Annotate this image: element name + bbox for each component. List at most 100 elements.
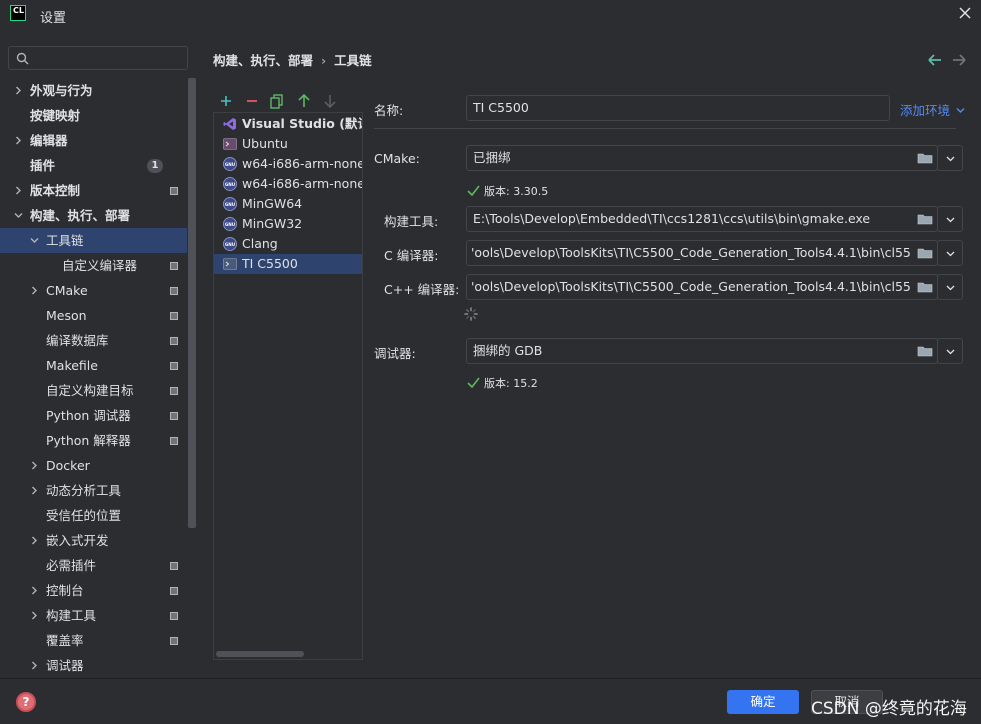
project-level-icon: [170, 187, 178, 195]
sidebar-item[interactable]: 嵌入式开发: [0, 528, 187, 553]
cmake-dropdown-button[interactable]: [937, 145, 963, 171]
chevron-right-icon[interactable]: [14, 136, 23, 145]
cpp-compiler-value[interactable]: 'ools\Develop\ToolsKits\TI\C5500_Code_Ge…: [471, 275, 911, 299]
sidebar-item-label: 构建工具: [46, 608, 97, 623]
sidebar-item[interactable]: 按键映射: [0, 103, 187, 128]
toolchain-item[interactable]: GNU w64-i686-arm-none-linux: [214, 174, 362, 194]
close-icon[interactable]: [957, 5, 973, 21]
toolchain-item[interactable]: GNU MinGW32: [214, 214, 362, 234]
toolchain-item[interactable]: GNU w64-i686-arm-none-eabi: [214, 154, 362, 174]
sidebar-item[interactable]: CMake: [0, 278, 187, 303]
sidebar-item[interactable]: 版本控制: [0, 178, 187, 203]
build-tool-value[interactable]: E:\Tools\Develop\Embedded\TI\ccs1281\ccs…: [473, 207, 913, 231]
chevron-right-icon[interactable]: [30, 486, 39, 495]
sidebar-item[interactable]: 编辑器: [0, 128, 187, 153]
toolchain-item[interactable]: GNU Clang: [214, 234, 362, 254]
chevron-right-icon[interactable]: [30, 586, 39, 595]
c-compiler-field[interactable]: 'ools\Develop\ToolsKits\TI\C5500_Code_Ge…: [466, 240, 938, 266]
svg-text:GNU: GNU: [225, 242, 236, 247]
c-compiler-value[interactable]: 'ools\Develop\ToolsKits\TI\C5500_Code_Ge…: [471, 241, 911, 265]
sidebar-scrollbar[interactable]: [188, 78, 196, 528]
gnu-icon: GNU: [223, 157, 237, 171]
folder-icon[interactable]: [917, 343, 933, 359]
toolchain-item[interactable]: GNU MinGW64: [214, 194, 362, 214]
sidebar-item[interactable]: 调试器: [0, 653, 187, 678]
sidebar-item-label: 自定义构建目标: [46, 383, 134, 398]
move-down-icon[interactable]: [321, 92, 339, 110]
forward-arrow-icon[interactable]: [953, 54, 966, 66]
sidebar-item[interactable]: Makefile: [0, 353, 187, 378]
folder-icon[interactable]: [917, 211, 933, 227]
back-arrow-icon[interactable]: [928, 54, 941, 66]
add-icon[interactable]: [217, 92, 235, 110]
sidebar-item[interactable]: Docker: [0, 453, 187, 478]
sidebar-item[interactable]: 工具链: [0, 228, 187, 253]
sidebar-item[interactable]: 构建工具: [0, 603, 187, 628]
folder-icon[interactable]: [917, 279, 933, 295]
sidebar-item-label: 插件: [30, 158, 56, 173]
debugger-field[interactable]: 捆绑的 GDB: [466, 338, 938, 364]
copy-icon[interactable]: [268, 92, 286, 110]
remove-icon[interactable]: [243, 92, 261, 110]
sidebar-item[interactable]: 自定义构建目标: [0, 378, 187, 403]
add-environment-link[interactable]: 添加环境: [900, 100, 965, 119]
chevron-right-icon[interactable]: [30, 461, 39, 470]
chevron-down-icon[interactable]: [30, 236, 39, 245]
breadcrumb-parent[interactable]: 构建、执行、部署: [213, 50, 313, 69]
settings-search[interactable]: [8, 46, 188, 70]
debugger-label: 调试器:: [374, 346, 416, 361]
help-button[interactable]: ?: [16, 692, 36, 712]
sidebar-item[interactable]: 构建、执行、部署: [0, 203, 187, 228]
title-bar: CL 设置: [0, 0, 981, 30]
chevron-right-icon[interactable]: [14, 186, 23, 195]
toolchain-item[interactable]: Ubuntu: [214, 134, 362, 154]
sidebar-item-label: 工具链: [46, 233, 84, 248]
search-input[interactable]: [35, 49, 183, 67]
chevron-right-icon[interactable]: [30, 286, 39, 295]
name-value[interactable]: TI C5500: [473, 96, 529, 120]
chevron-down-icon[interactable]: [14, 211, 23, 220]
cpp-compiler-field[interactable]: 'ools\Develop\ToolsKits\TI\C5500_Code_Ge…: [466, 274, 938, 300]
sidebar-item[interactable]: 外观与行为: [0, 78, 187, 103]
chevron-right-icon[interactable]: [14, 86, 23, 95]
sidebar-item[interactable]: 必需插件: [0, 553, 187, 578]
toolchain-item[interactable]: TI C5500: [214, 254, 362, 274]
debugger-value[interactable]: 捆绑的 GDB: [473, 339, 913, 363]
sidebar-item[interactable]: Meson: [0, 303, 187, 328]
sidebar-item[interactable]: 覆盖率: [0, 628, 187, 653]
chevron-right-icon[interactable]: [30, 611, 39, 620]
build-tool-dropdown-button[interactable]: [937, 206, 963, 232]
sidebar-item[interactable]: 受信任的位置: [0, 503, 187, 528]
sidebar-item[interactable]: 自定义编译器: [0, 253, 187, 278]
cpp-compiler-dropdown-button[interactable]: [937, 274, 963, 300]
sidebar-item[interactable]: 控制台: [0, 578, 187, 603]
cmake-value[interactable]: 已捆绑: [473, 146, 913, 170]
chevron-right-icon[interactable]: [30, 661, 39, 670]
c-compiler-dropdown-button[interactable]: [937, 240, 963, 266]
ok-button[interactable]: 确定: [727, 690, 799, 714]
sidebar-item[interactable]: Python 调试器: [0, 403, 187, 428]
project-level-icon: [170, 387, 178, 395]
build-tool-field[interactable]: E:\Tools\Develop\Embedded\TI\ccs1281\ccs…: [466, 206, 938, 232]
sidebar-item[interactable]: 插件 1: [0, 153, 187, 178]
settings-tree: 外观与行为按键映射 编辑器 插件 1 版本控制 构建、执行、部署工具链自定义编译器 CMak…: [0, 78, 187, 678]
toolchain-list-hscrollbar[interactable]: [216, 651, 304, 657]
folder-icon[interactable]: [917, 150, 933, 166]
sidebar-item[interactable]: 动态分析工具: [0, 478, 187, 503]
gnu-icon: GNU: [223, 197, 237, 211]
sidebar-item[interactable]: 编译数据库: [0, 328, 187, 353]
toolchain-item[interactable]: Visual Studio (默认): [214, 114, 363, 134]
chevron-down-icon: [946, 285, 955, 291]
name-label: 名称:: [374, 103, 404, 118]
sidebar-item[interactable]: Python 解释器: [0, 428, 187, 453]
folder-icon[interactable]: [917, 245, 933, 261]
move-up-icon[interactable]: [295, 92, 313, 110]
cmake-field[interactable]: 已捆绑: [466, 145, 938, 171]
debugger-dropdown-button[interactable]: [937, 338, 963, 364]
name-field[interactable]: TI C5500: [466, 95, 890, 121]
sidebar-item-label: 外观与行为: [30, 83, 93, 98]
toolchain-item-label: Visual Studio (默认): [242, 116, 363, 131]
toolchain-list: Visual Studio (默认) Ubuntu GNU w64-i686-arm-…: [213, 112, 363, 660]
chevron-right-icon[interactable]: [30, 536, 39, 545]
add-environment-label[interactable]: 添加环境: [900, 103, 950, 118]
